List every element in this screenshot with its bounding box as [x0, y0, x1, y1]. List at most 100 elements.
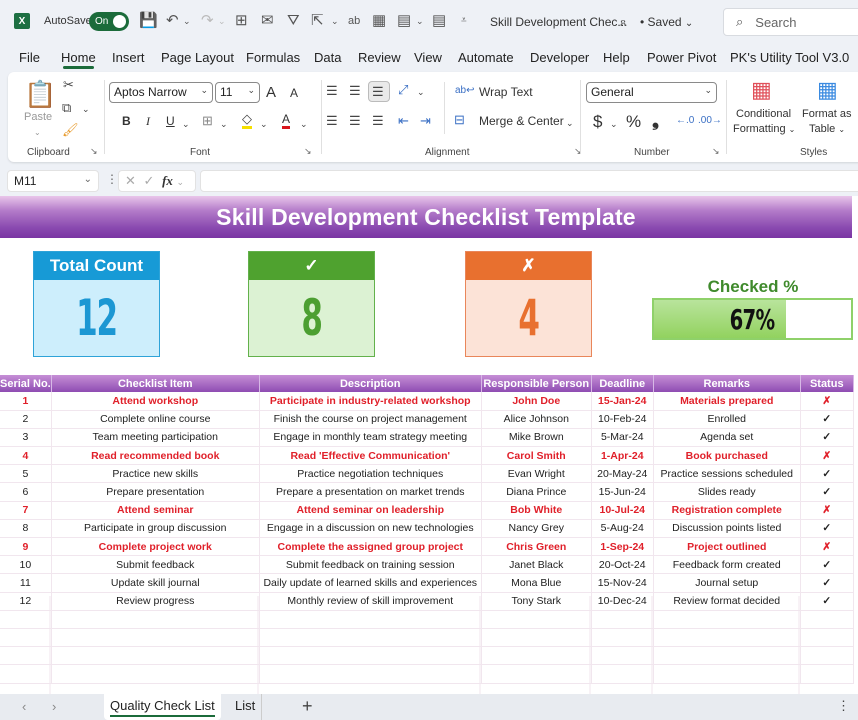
cell-remarks[interactable]: Agenda set: [653, 428, 801, 448]
share-icon[interactable]: ⇱: [311, 12, 324, 30]
cell-description[interactable]: Monthly review of skill improvement: [259, 592, 482, 611]
saved-status[interactable]: • Saved ⌄: [640, 15, 693, 29]
cancel-icon[interactable]: ✕: [125, 173, 136, 188]
tab-automate[interactable]: Automate: [458, 46, 514, 65]
tab-power-pivot[interactable]: Power Pivot: [647, 46, 716, 65]
document-title[interactable]: Skill Development Chec...: [490, 15, 627, 29]
merge-center-icon[interactable]: ⊟: [454, 113, 465, 127]
cell-serial[interactable]: 8: [0, 519, 52, 539]
cell-person[interactable]: Bob White: [481, 501, 592, 520]
align-left-icon[interactable]: ☰: [326, 114, 338, 128]
calculator-icon[interactable]: ▤: [397, 12, 411, 30]
cell-item[interactable]: Complete online course: [51, 410, 260, 429]
cell-deadline[interactable]: 10-Dec-24: [591, 592, 654, 611]
cell-person[interactable]: Nancy Grey: [481, 519, 592, 539]
font-launcher-icon[interactable]: ↘: [304, 146, 312, 157]
tab-file[interactable]: File: [19, 46, 40, 65]
spelling-icon[interactable]: ab: [348, 12, 360, 30]
cell-description[interactable]: Daily update of learned skills and exper…: [259, 573, 482, 593]
empty-cell[interactable]: [259, 610, 482, 629]
chevron-down-icon[interactable]: ⌄: [177, 177, 185, 187]
save-icon[interactable]: 💾: [139, 12, 158, 30]
align-top-icon[interactable]: ☰: [326, 84, 338, 98]
empty-cell[interactable]: [481, 610, 592, 629]
cell-status[interactable]: ✗: [800, 537, 854, 557]
empty-cell[interactable]: [259, 646, 482, 666]
empty-cell[interactable]: [481, 646, 592, 666]
cell-description[interactable]: Prepare a presentation on market trends: [259, 482, 482, 502]
empty-cell[interactable]: [0, 664, 52, 684]
formula-input[interactable]: [200, 170, 858, 192]
align-center-icon[interactable]: ☰: [349, 114, 361, 128]
cell-serial[interactable]: 3: [0, 428, 52, 448]
cell-deadline[interactable]: 10-Jul-24: [591, 501, 654, 520]
more-options-icon[interactable]: ⋮: [837, 698, 850, 714]
cell-serial[interactable]: 7: [0, 501, 52, 520]
cell-description[interactable]: Read 'Effective Communication': [259, 446, 482, 466]
cell-deadline[interactable]: 10-Feb-24: [591, 410, 654, 429]
borders-icon[interactable]: ⊞: [202, 114, 213, 128]
calculator-dropdown-icon[interactable]: ⌄: [416, 12, 424, 30]
cell-person[interactable]: Evan Wright: [481, 464, 592, 484]
clipboard-launcher-icon[interactable]: ↘: [90, 146, 98, 157]
cell-description[interactable]: Practice negotiation techniques: [259, 464, 482, 484]
empty-cell[interactable]: [653, 610, 801, 629]
italic-button[interactable]: I: [146, 114, 150, 129]
font-color-dropdown-icon[interactable]: ⌄: [300, 117, 308, 131]
cell-deadline[interactable]: 20-Oct-24: [591, 555, 654, 575]
cell-item[interactable]: Participate in group discussion: [51, 519, 260, 539]
orientation-icon[interactable]: ⤢: [398, 83, 408, 97]
coauthor-icon[interactable]: ጸ: [620, 14, 626, 32]
cell-description[interactable]: Engage in a discussion on new technologi…: [259, 519, 482, 539]
conditional-formatting-icon[interactable]: ▦: [751, 78, 772, 102]
tab-review[interactable]: Review: [358, 46, 401, 65]
insert-function-button[interactable]: fx: [162, 173, 173, 188]
increase-font-icon[interactable]: A: [266, 84, 276, 101]
cell-status[interactable]: ✗: [800, 392, 854, 411]
cell-deadline[interactable]: 15-Jan-24: [591, 392, 654, 411]
undo-icon[interactable]: ↶: [166, 12, 179, 30]
cell-person[interactable]: John Doe: [481, 392, 592, 411]
empty-cell[interactable]: [800, 646, 854, 666]
cell-status[interactable]: ✓: [800, 428, 854, 448]
cell-person[interactable]: Alice Johnson: [481, 410, 592, 429]
name-box[interactable]: M11 ⌄: [7, 170, 99, 192]
copy-dropdown-icon[interactable]: ⌄: [82, 102, 90, 116]
format-as-table-icon[interactable]: ▦: [817, 78, 838, 102]
cell-serial[interactable]: 1: [0, 392, 52, 411]
decrease-decimal-icon[interactable]: .00→: [698, 114, 722, 128]
cell-remarks[interactable]: Materials prepared: [653, 392, 801, 411]
font-size-dropdown[interactable]: 11 ⌄: [215, 82, 260, 103]
cell-deadline[interactable]: 1-Sep-24: [591, 537, 654, 557]
cell-item[interactable]: Prepare presentation: [51, 482, 260, 502]
borders-dropdown-icon[interactable]: ⌄: [220, 117, 228, 131]
increase-indent-icon[interactable]: ⇥: [420, 114, 431, 128]
empty-cell[interactable]: [591, 664, 654, 684]
empty-cell[interactable]: [259, 664, 482, 684]
align-bottom-icon[interactable]: ☰: [372, 85, 384, 99]
wrap-text-icon[interactable]: ab↩: [455, 84, 475, 98]
cell-serial[interactable]: 4: [0, 446, 52, 466]
cell-serial[interactable]: 12: [0, 592, 52, 611]
cell-remarks[interactable]: Slides ready: [653, 482, 801, 502]
empty-cell[interactable]: [800, 628, 854, 648]
cell-deadline[interactable]: 5-Aug-24: [591, 519, 654, 539]
mail-icon[interactable]: ✉: [261, 12, 274, 30]
cell-description[interactable]: Finish the course on project management: [259, 410, 482, 429]
share-dropdown-icon[interactable]: ⌄: [331, 12, 339, 30]
merge-center-button[interactable]: Merge & Center: [479, 114, 564, 128]
tab-data[interactable]: Data: [314, 46, 341, 65]
copy-icon[interactable]: ⧉: [62, 101, 71, 115]
cell-description[interactable]: Complete the assigned group project: [259, 537, 482, 557]
cell-remarks[interactable]: Discussion points listed: [653, 519, 801, 539]
redo-icon[interactable]: ↷: [201, 12, 214, 30]
empty-cell[interactable]: [481, 664, 592, 684]
cell-status[interactable]: ✓: [800, 410, 854, 429]
merge-dropdown-icon[interactable]: ⌄: [566, 116, 574, 130]
column-header-deadline[interactable]: Deadline: [591, 375, 654, 392]
tab-pk-utility[interactable]: PK's Utility Tool V3.0: [730, 46, 849, 65]
cell-item[interactable]: Attend seminar: [51, 501, 260, 520]
cut-icon[interactable]: ✂: [63, 78, 74, 92]
paste-dropdown-icon[interactable]: ⌄: [34, 126, 41, 140]
empty-cell[interactable]: [259, 628, 482, 648]
